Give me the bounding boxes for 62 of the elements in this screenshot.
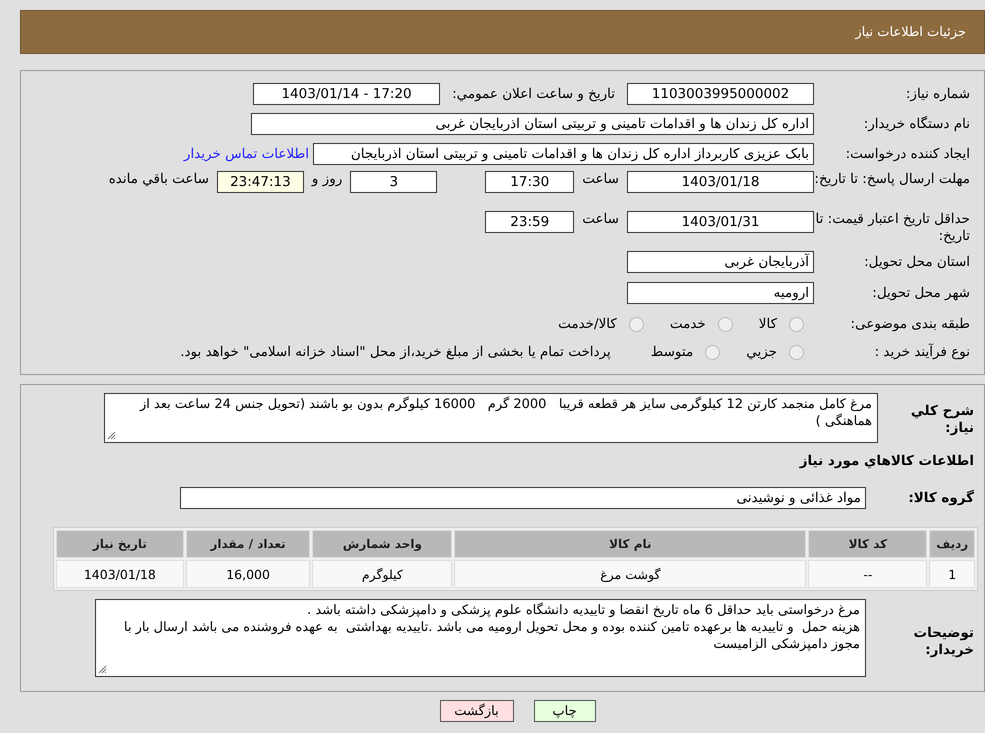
column-header: تعداد / مقدار [186, 530, 310, 558]
field-label: استان محل تحویل: [863, 254, 971, 270]
print-button[interactable]: چاپ [534, 700, 596, 722]
radio-button[interactable] [789, 344, 804, 360]
radio-label: جزيي [746, 344, 777, 360]
table-cell: 16,000 [186, 560, 310, 588]
column-header: نام کالا [454, 530, 806, 558]
back-button[interactable]: بازگشت [440, 700, 514, 722]
field-label: روز و [312, 171, 342, 187]
contact-link[interactable]: اطلاعات تماس خریدار [184, 146, 309, 162]
radio-button[interactable] [705, 344, 720, 360]
purchase-note: پرداخت تمام یا بخشی از مبلغ خرید،از محل "اسناد خزانه اسلامی" خواهد بود. [180, 344, 611, 360]
table-cell: -- [808, 560, 928, 588]
field-label: شرح كلي نياز: [910, 402, 975, 437]
field-label: تاریخ و ساعت اعلان عمومي: [452, 86, 615, 102]
text-field[interactable]: 1103003995000002 [627, 83, 814, 105]
text-field[interactable]: 17:30 [485, 171, 574, 193]
field-label: نوع فرآیند خرید : [874, 344, 971, 360]
text-field[interactable]: آذربایجان غربی [627, 251, 814, 273]
text-field[interactable]: بابک عزیزی کاربرداز اداره کل زندان ها و اقدامات تامینی و تربیتی استان اذربایجان [313, 143, 814, 165]
field-label: ساعت [582, 171, 619, 187]
section-title: اطلاعات كالاهاي مورد نياز [798, 452, 975, 470]
text-field[interactable]: 1403/01/18 [627, 171, 814, 193]
radio-button[interactable] [718, 316, 733, 332]
table-cell: 1403/01/18 [56, 560, 184, 588]
notes-box[interactable]: مرغ درخواستی باید حداقل 6 ماه تاریخ انقضا و تاییدیه دانشگاه علوم پزشکی و دامپزشکی داشته باشد . هزینه حمل و تاییدیه ها برعهده تامین کننده بوده و محل تحویل ارومیه می باشد .تاییدیه بهداشتی به عهده فروشنده می باشد ارسال بار با مجوز دامپزشکی الزامیست [95, 599, 866, 677]
table-cell: کیلوگرم [312, 560, 452, 588]
column-header: رديف [929, 530, 975, 558]
resize-grip-icon [107, 431, 116, 440]
radio-label: خدمت [670, 316, 706, 332]
text-field[interactable]: مواد غذائی و نوشیدنی [180, 487, 866, 509]
field-label: ساعت باقي مانده [108, 171, 209, 187]
page-title: جزئیات اطلاعات نیاز [855, 24, 966, 40]
text-field[interactable]: 23:59 [485, 211, 574, 233]
text-field[interactable]: 23:47:13 [216, 171, 304, 193]
column-header: واحد شمارش [312, 530, 452, 558]
text-field[interactable]: 3 [350, 171, 438, 193]
field-label: شماره نیاز: [904, 86, 971, 102]
field-label: ساعت [582, 211, 619, 227]
text-field[interactable]: اداره کل زندان ها و اقدامات تامینی و تربیتی استان اذربایجان غربی [251, 113, 814, 135]
field-label: ایجاد کننده درخواست: [844, 146, 971, 162]
text-field[interactable]: ارومیه [627, 282, 814, 304]
text-field[interactable]: 1403/01/31 [627, 211, 814, 233]
field-label: مهلت ارسال پاسخ: تا تاریخ: [814, 171, 971, 188]
column-header: تاریخ نیاز [56, 530, 184, 558]
field-label: شهر محل تحویل: [871, 284, 971, 302]
radio-button[interactable] [789, 316, 804, 332]
radio-button[interactable] [628, 316, 644, 332]
field-label: توضیحات خریدار: [912, 624, 975, 659]
radio-label: متوسط [650, 344, 694, 360]
field-label: حداقل تاریخ اعتبار قیمت: تا تاریخ: [814, 211, 971, 245]
radio-label: کالا [758, 316, 777, 332]
text-field[interactable]: 1403/01/14 - 17:20 [253, 83, 440, 105]
resize-grip-icon [98, 665, 107, 674]
radio-label: کالا/خدمت [558, 316, 617, 332]
field-label: گروه كالا: [907, 490, 975, 506]
field-label: طبقه بندی موضوعی: [850, 316, 971, 332]
table-cell: 1 [929, 560, 975, 588]
table-cell: گوشت مرغ [454, 560, 806, 588]
description-box[interactable]: مرغ کامل منجمد کارتن 12 کیلوگرمی سایز هر قطعه قریبا 2000 گرم 16000 کیلوگرم بدون بو باشند (تحویل جنس 24 ساعت بعد از هماهنگی ) [104, 393, 878, 443]
field-label: نام دستگاه خریدار: [862, 116, 971, 132]
column-header: کد کالا [808, 530, 928, 558]
